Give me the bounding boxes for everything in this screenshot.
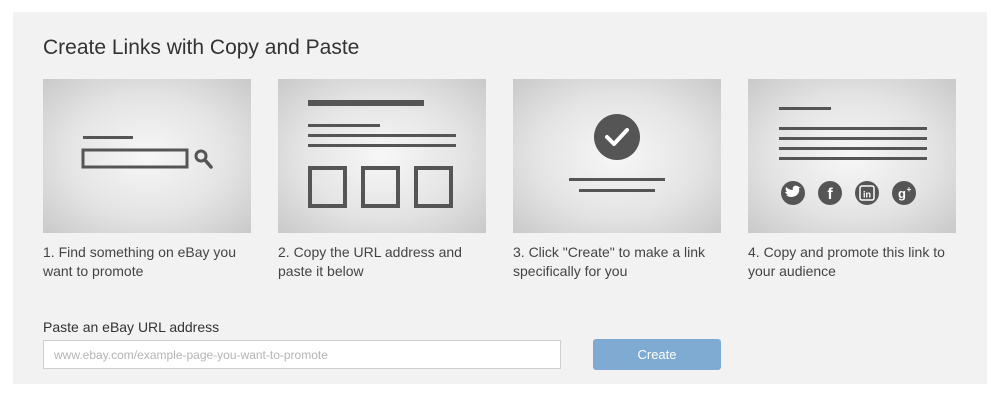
search-bar-icon [81, 136, 213, 169]
url-field-label: Paste an eBay URL address [43, 319, 220, 335]
step-2-illustration [278, 79, 486, 233]
linkedin-icon: in [855, 181, 879, 205]
facebook-icon: f [818, 181, 842, 205]
google-plus-icon: g + [892, 181, 916, 205]
document-layout-icon [308, 100, 456, 208]
url-input[interactable] [43, 340, 561, 369]
page-title: Create Links with Copy and Paste [43, 36, 360, 59]
step-1-text: 1. Find something on eBay you want to pr… [43, 244, 237, 279]
svg-text:g: g [898, 186, 906, 201]
svg-text:+: + [907, 185, 912, 194]
svg-text:f: f [827, 186, 833, 203]
step-4: f in g + 4. Copy and promote this link t… [748, 79, 956, 281]
step-3: 3. Click "Create" to make a link specifi… [513, 79, 721, 281]
social-share-icon: f in g + [779, 107, 927, 205]
step-1-illustration [43, 79, 251, 233]
step-3-illustration [513, 79, 721, 233]
step-3-text: 3. Click "Create" to make a link specifi… [513, 244, 706, 279]
step-2: 2. Copy the URL address and paste it bel… [278, 79, 486, 281]
step-1: 1. Find something on eBay you want to pr… [43, 79, 251, 281]
step-4-illustration: f in g + [748, 79, 956, 233]
step-2-text: 2. Copy the URL address and paste it bel… [278, 244, 462, 279]
twitter-icon [781, 181, 805, 205]
step-4-text: 4. Copy and promote this link to your au… [748, 244, 945, 279]
checkmark-icon [569, 114, 665, 192]
create-button[interactable]: Create [593, 339, 721, 370]
svg-text:in: in [863, 190, 871, 200]
create-links-panel: Create Links with Copy and Paste 1. Find… [13, 12, 987, 384]
